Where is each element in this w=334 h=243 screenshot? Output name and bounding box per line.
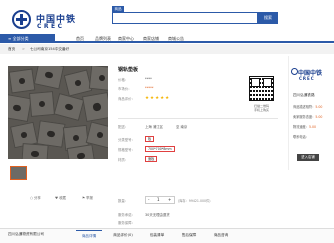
- store-name[interactable]: 四川弘通铁路: [293, 93, 315, 98]
- breadcrumb-separator: >: [22, 47, 26, 51]
- store-rating-label: 物流速度：: [293, 125, 309, 129]
- product-thumbnail[interactable]: [10, 166, 27, 180]
- nav-item-stores[interactable]: 商家店铺: [143, 34, 159, 43]
- share-button[interactable]: ○ 分享: [30, 195, 41, 200]
- rating-stars: ★★★★★: [145, 96, 171, 101]
- product-title: 钢轨垫板: [118, 67, 139, 73]
- store-rating-value: 5.00: [308, 125, 317, 129]
- store-logo-mark: [291, 68, 298, 75]
- favorite-label: 收藏: [59, 196, 66, 200]
- qr-code: [249, 76, 274, 101]
- nav-item-merchant-center[interactable]: 商家中心: [118, 34, 134, 43]
- bottom-store-name[interactable]: 四川弘通物资有限公司: [8, 232, 44, 237]
- breadcrumb-store[interactable]: 七公司南京154中交番纡: [30, 44, 69, 54]
- search-button[interactable]: 搜索: [258, 12, 278, 24]
- search-input[interactable]: [112, 12, 258, 24]
- shipping-label: 配送：: [118, 125, 129, 129]
- spec-material-label: 材质：: [118, 158, 129, 162]
- store-rating-label: 商品描述相符：: [293, 105, 316, 109]
- all-categories-label: 全部分类: [12, 36, 29, 41]
- store-rating-row: 物流速度：5.00: [293, 124, 316, 129]
- service-label: 服务承诺：: [118, 213, 135, 217]
- quantity-decrease-button[interactable]: -: [148, 196, 149, 204]
- store-rating-label: 卖家服务态度：: [293, 115, 316, 119]
- store-contact-row: 联系电话：: [293, 134, 309, 139]
- tab-product-details[interactable]: 商品详情: [76, 230, 102, 240]
- product-main-image[interactable]: [8, 66, 108, 159]
- favorite-button[interactable]: ♥ 收藏: [55, 195, 66, 200]
- quantity-label: 数量：: [118, 199, 129, 203]
- price-value: ****: [145, 77, 152, 81]
- spec-type-option[interactable]: 板: [145, 136, 155, 142]
- report-label: 举报: [86, 196, 93, 200]
- divider: [118, 118, 278, 119]
- stock-count: (库存：99421.000件): [178, 199, 211, 203]
- report-button[interactable]: ⚑ 举报: [82, 195, 93, 200]
- guarantee-label: 服务保障：: [118, 221, 135, 225]
- tab-product-reviews[interactable]: 商品评价(0): [108, 230, 138, 240]
- rating-label: 商品评价：: [118, 97, 135, 101]
- spec-size-option[interactable]: 700*700*8mm: [145, 146, 175, 152]
- tab-packing-list[interactable]: 包装清单: [144, 230, 170, 240]
- store-contact-label: 联系电话：: [293, 135, 309, 139]
- store-rating-value: 5.00: [315, 105, 323, 109]
- spec-size-label: 规格型号：: [118, 148, 135, 152]
- market-price-label: 市场价：: [118, 87, 132, 91]
- share-label: 分享: [34, 196, 41, 200]
- store-rating-row: 商品描述相符：5.00: [293, 104, 322, 109]
- tab-after-sales[interactable]: 售后保障: [176, 230, 202, 240]
- spec-type-label: 分类型号：: [118, 138, 135, 142]
- shipping-from[interactable]: 上海 浦江区: [145, 124, 163, 129]
- store-rating-value: 5.00: [315, 115, 323, 119]
- qr-caption: 扫描二维码 手机上购买: [253, 104, 269, 112]
- all-categories-button[interactable]: ≡ 全部分类: [0, 34, 55, 43]
- price-label: 价格：: [118, 78, 129, 82]
- store-rating-row: 卖家服务态度：5.00: [293, 114, 322, 119]
- logo-text-en: CREC: [37, 23, 65, 30]
- shipping-to: 至 南京: [176, 125, 188, 129]
- nav-item-announcements[interactable]: 商城公告: [168, 34, 184, 43]
- service-value: 30天无理由退货: [145, 213, 170, 217]
- nav-item-brands[interactable]: 品牌列表: [95, 34, 111, 43]
- nav-item-home[interactable]: 首页: [76, 34, 84, 43]
- tab-product-inquiry[interactable]: 商品咨询: [208, 230, 234, 240]
- breadcrumb-home[interactable]: 首页: [8, 44, 15, 54]
- store-logo-text-en: CREC: [299, 76, 315, 81]
- quantity-increase-button[interactable]: +: [168, 196, 171, 204]
- market-price-value: *****: [145, 86, 154, 90]
- enter-store-button[interactable]: 进入店铺: [297, 154, 319, 161]
- crec-logo-mark: [12, 10, 31, 29]
- spec-material-option[interactable]: 面板: [145, 156, 158, 162]
- quantity-input[interactable]: 1: [157, 196, 160, 204]
